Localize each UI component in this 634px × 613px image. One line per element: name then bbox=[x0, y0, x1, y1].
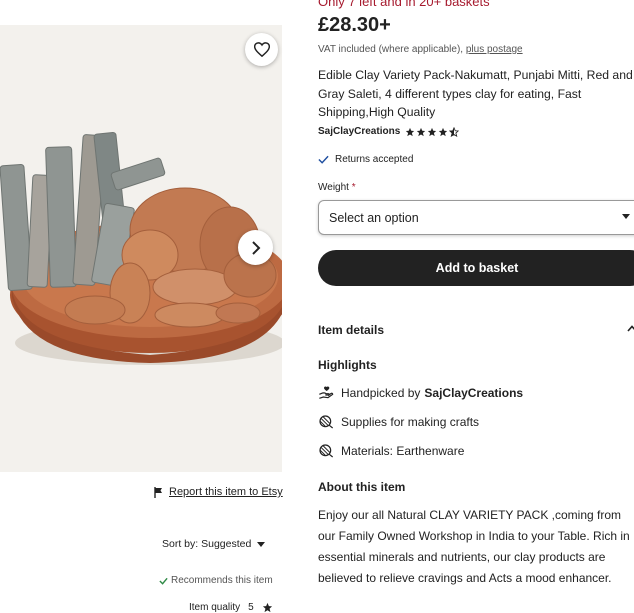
star-icon bbox=[439, 127, 448, 136]
sort-label: Sort by: Suggested bbox=[162, 538, 252, 550]
highlight-materials-text: Materials: Earthenware bbox=[341, 444, 465, 458]
heart-icon bbox=[253, 42, 270, 57]
half-star-icon bbox=[449, 126, 460, 137]
highlights-heading: Highlights bbox=[318, 358, 377, 372]
price: £28.30+ bbox=[318, 14, 391, 36]
report-link[interactable]: Report this item to Etsy bbox=[169, 486, 283, 498]
highlight-supplies-text: Supplies for making crafts bbox=[341, 415, 480, 429]
check-icon bbox=[318, 155, 329, 164]
about-description: Enjoy our all Natural CLAY VARIETY PACK … bbox=[318, 508, 630, 585]
postage-link[interactable]: plus postage bbox=[466, 44, 523, 55]
weight-select[interactable]: Select an option bbox=[318, 200, 634, 235]
recommends-text: Recommends this item bbox=[171, 575, 273, 586]
vat-note: VAT included (where applicable), plus po… bbox=[318, 44, 523, 55]
flag-icon bbox=[154, 486, 162, 498]
next-image-button[interactable] bbox=[238, 230, 273, 265]
check-icon bbox=[159, 577, 168, 585]
weight-label-text: Weight bbox=[318, 182, 349, 193]
add-to-basket-label: Add to basket bbox=[435, 261, 519, 275]
caret-down-icon bbox=[622, 214, 630, 219]
highlight-supplies: Supplies for making crafts bbox=[318, 414, 479, 430]
favorite-button[interactable] bbox=[245, 33, 278, 66]
shop-rating-row: SajClayCreations bbox=[318, 126, 460, 137]
star-icon bbox=[406, 127, 415, 136]
highlight-handpicked: Handpicked by SajClayCreations bbox=[318, 385, 523, 401]
chevron-up-icon[interactable] bbox=[627, 325, 634, 332]
returns-accepted: Returns accepted bbox=[318, 154, 413, 165]
star-icon bbox=[262, 602, 272, 613]
star-icon bbox=[417, 127, 426, 136]
star-rating bbox=[405, 126, 460, 137]
item-quality-label: Item quality bbox=[189, 602, 241, 613]
stock-notice: Only 7 left and in 20+ baskets bbox=[318, 0, 490, 9]
weight-label: Weight * bbox=[318, 182, 356, 193]
highlight-prefix: Handpicked by bbox=[341, 386, 421, 400]
chevron-right-icon bbox=[251, 240, 260, 255]
returns-text: Returns accepted bbox=[335, 154, 414, 165]
required-mark: * bbox=[351, 182, 356, 193]
report-item[interactable]: Report this item to Etsy bbox=[154, 486, 283, 498]
shop-name[interactable]: SajClayCreations bbox=[318, 126, 400, 137]
item-quality-value: 5 bbox=[248, 602, 254, 613]
yarn-ball-icon bbox=[319, 415, 334, 429]
highlight-shop-link[interactable]: SajClayCreations bbox=[424, 386, 523, 400]
highlight-materials: Materials: Earthenware bbox=[318, 443, 464, 459]
item-quality-rating: Item quality 5 bbox=[189, 602, 273, 613]
sort-dropdown[interactable]: Sort by: Suggested bbox=[162, 538, 266, 550]
weight-select-value: Select an option bbox=[329, 210, 419, 225]
add-to-basket-button[interactable]: Add to basket bbox=[318, 250, 634, 286]
hand-heart-icon bbox=[319, 386, 334, 399]
recommends-badge: Recommends this item bbox=[159, 575, 273, 586]
item-details-toggle[interactable]: Item details bbox=[318, 323, 384, 337]
listing-title: Edible Clay Variety Pack-Nakumatt, Punja… bbox=[318, 68, 633, 119]
caret-down-icon bbox=[257, 541, 266, 547]
about-heading: About this item bbox=[318, 480, 406, 494]
vat-text: VAT included (where applicable), bbox=[318, 44, 464, 55]
star-icon bbox=[428, 127, 437, 136]
yarn-ball-icon bbox=[319, 444, 334, 458]
